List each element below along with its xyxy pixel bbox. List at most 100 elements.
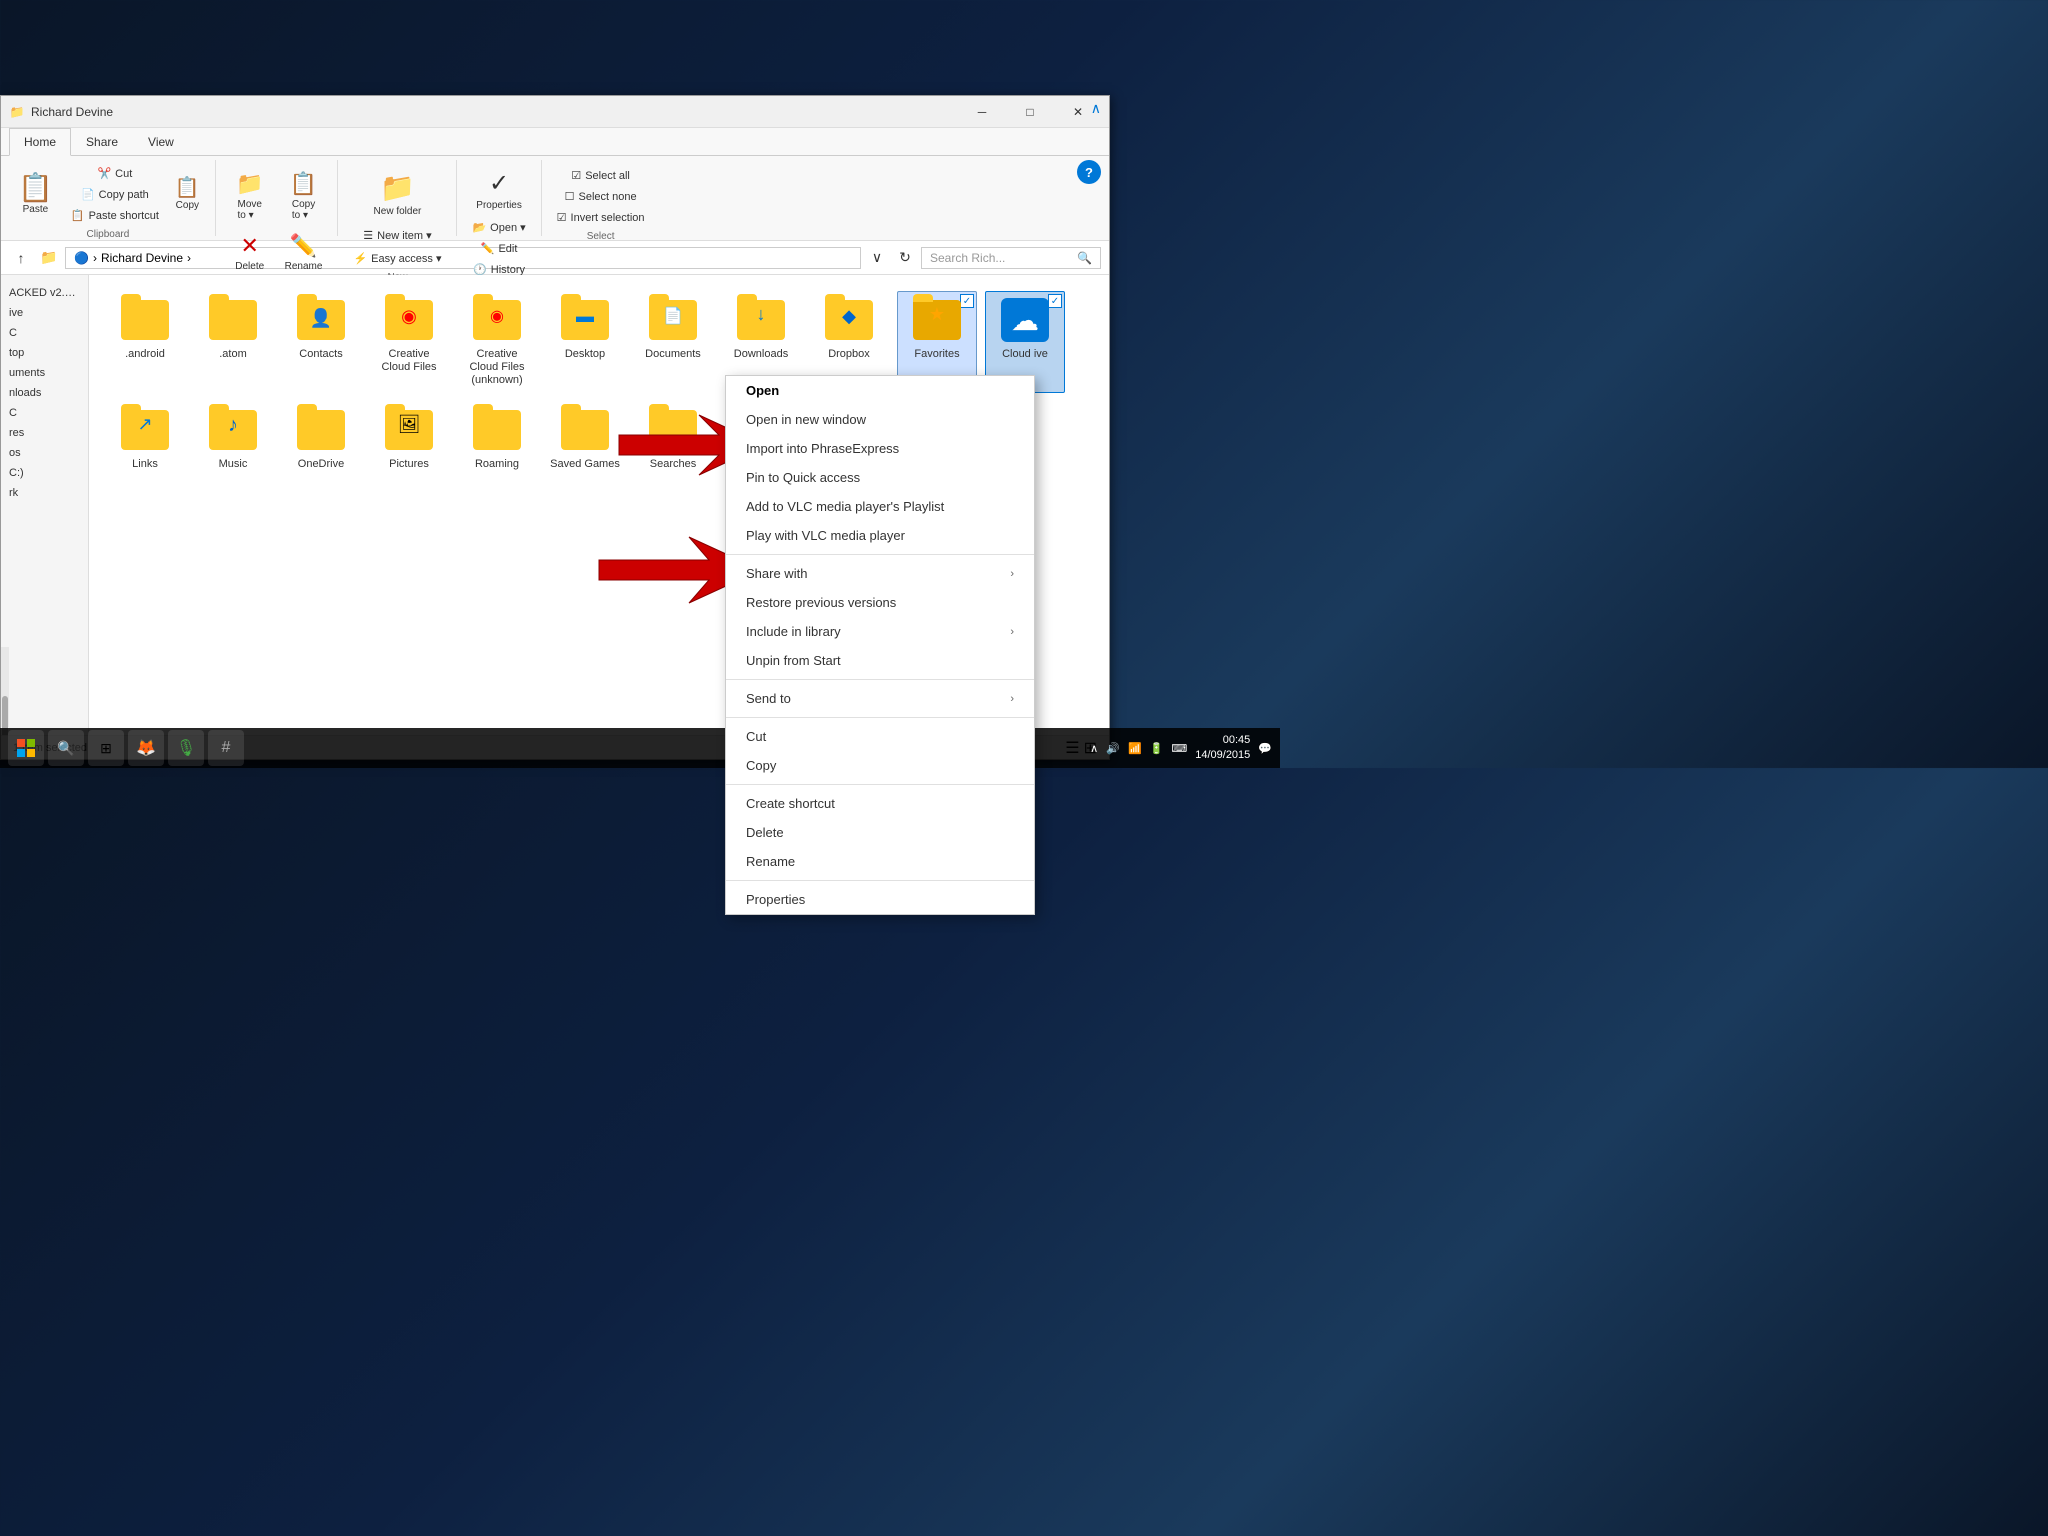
sidebar-item-nloads[interactable]: nloads — [1, 383, 88, 403]
help-button[interactable]: ? — [1077, 160, 1101, 184]
new-folder-button[interactable]: 📁 New folder — [367, 166, 429, 222]
rename-button[interactable]: ✏️ Rename — [278, 228, 330, 277]
nav-forward-button[interactable]: 📁 — [37, 246, 61, 270]
file-item-roaming[interactable]: Roaming — [457, 401, 537, 476]
file-item-documents[interactable]: 📄 Documents — [633, 291, 713, 393]
paste-label: Paste — [23, 204, 49, 215]
invert-label: Invert selection — [571, 212, 645, 224]
copy-button[interactable]: 📋 Copy — [168, 173, 207, 216]
paste-shortcut-button[interactable]: 📋 Paste shortcut — [64, 206, 166, 225]
hashtag-button[interactable]: # — [208, 730, 244, 766]
context-menu-delete[interactable]: Delete — [726, 818, 1034, 847]
context-menu-import-phraseexpress[interactable]: Import into PhraseExpress — [726, 434, 1034, 463]
file-item-onedrive[interactable]: OneDrive — [281, 401, 361, 476]
start-button[interactable] — [8, 730, 44, 766]
new-item-button[interactable]: ☰ New item ▾ — [356, 226, 438, 245]
file-item-pictures[interactable]: 🖼 Pictures — [369, 401, 449, 476]
context-menu-sep-5 — [726, 880, 1034, 881]
search-taskbar-button[interactable]: 🔍 — [48, 730, 84, 766]
sidebar-item-c[interactable]: C — [1, 323, 88, 343]
properties-button[interactable]: ✓ Properties — [469, 164, 529, 216]
select-all-label: Select all — [585, 170, 630, 182]
speaker-icon[interactable]: 🔊 — [1106, 742, 1120, 755]
date-display: 14/09/2015 — [1195, 748, 1250, 763]
context-menu-open-new-window[interactable]: Open in new window — [726, 405, 1034, 434]
cloud-folder: ☁ — [1001, 298, 1049, 342]
sidebar-item-cdrive[interactable]: C:) — [1, 463, 88, 483]
context-menu-send-to[interactable]: Send to › — [726, 684, 1034, 713]
network-icon[interactable]: 📶 — [1128, 742, 1142, 755]
firefox-button[interactable]: 🦊 — [128, 730, 164, 766]
file-item-creative-cloud-2[interactable]: ◉ Creative Cloud Files (unknown) — [457, 291, 537, 393]
address-bar: ↑ 📁 🔵 › Richard Devine › ∨ ↻ Search Rich… — [1, 241, 1109, 275]
sidebar-item-rk[interactable]: rk — [1, 483, 88, 503]
documents-icon: 📄 — [649, 296, 697, 344]
battery-icon[interactable]: 🔋 — [1150, 742, 1164, 755]
select-all-button[interactable]: ☑ Select all — [564, 166, 637, 185]
context-menu-unpin-start[interactable]: Unpin from Start — [726, 646, 1034, 675]
notification-icon[interactable]: 💬 — [1258, 742, 1272, 755]
tab-share[interactable]: Share — [71, 128, 133, 155]
tray-up-icon[interactable]: ∧ — [1090, 742, 1098, 755]
select-label: Select — [587, 231, 615, 246]
move-to-button[interactable]: 📁 Moveto ▾ — [224, 166, 276, 226]
task-view-button[interactable]: ⊞ — [88, 730, 124, 766]
nav-up-button[interactable]: ↑ — [9, 246, 33, 270]
open-button[interactable]: 📂 Open ▾ — [465, 218, 532, 237]
file-item-atom[interactable]: .atom — [193, 291, 273, 393]
context-menu-add-vlc-playlist[interactable]: Add to VLC media player's Playlist — [726, 492, 1034, 521]
delete-button[interactable]: ✕ Delete — [224, 228, 276, 277]
context-menu-copy[interactable]: Copy — [726, 751, 1034, 780]
sidebar-item-top[interactable]: top — [1, 343, 88, 363]
search-box[interactable]: Search Rich... 🔍 — [921, 247, 1101, 269]
context-menu-share-with[interactable]: Share with › — [726, 559, 1034, 588]
edit-button[interactable]: ✏️ Edit — [474, 239, 525, 258]
taskbar-clock[interactable]: 00:45 14/09/2015 — [1195, 733, 1250, 764]
context-menu-play-vlc[interactable]: Play with VLC media player — [726, 521, 1034, 550]
nav-refresh-button[interactable]: ↻ — [893, 246, 917, 270]
nav-down-button[interactable]: ∨ — [865, 246, 889, 270]
file-item-music[interactable]: ♪ Music — [193, 401, 273, 476]
context-menu-cut[interactable]: Cut — [726, 722, 1034, 751]
star-icon: ★ — [929, 304, 945, 325]
ribbon-collapse-btn[interactable]: ∧ — [1091, 100, 1101, 117]
move-to-label: Moveto ▾ — [237, 199, 261, 221]
context-menu-pin-quick-access[interactable]: Pin to Quick access — [726, 463, 1034, 492]
context-menu-properties[interactable]: Properties — [726, 885, 1034, 914]
sidebar-item-res[interactable]: res — [1, 423, 88, 443]
context-cut-label: Cut — [746, 729, 766, 744]
copy-path-button[interactable]: 📄 Copy path — [64, 185, 166, 204]
tab-home[interactable]: Home — [9, 128, 71, 156]
file-item-creative-cloud-1[interactable]: ◉ Creative Cloud Files — [369, 291, 449, 393]
sidebar-item-ive[interactable]: ive — [1, 303, 88, 323]
keyboard-icon[interactable]: ⌨ — [1171, 742, 1187, 755]
sidebar-item-acked[interactable]: ACKED v2.0. ↑ — [1, 283, 88, 303]
context-menu-restore-versions[interactable]: Restore previous versions — [726, 588, 1034, 617]
maximize-button[interactable]: □ — [1007, 96, 1053, 128]
sidebar-item-os[interactable]: os — [1, 443, 88, 463]
file-item-desktop[interactable]: ▬ Desktop — [545, 291, 625, 393]
copy-to-button[interactable]: 📋 Copyto ▾ — [278, 166, 330, 226]
context-menu-open[interactable]: Open — [726, 376, 1034, 405]
sidebar-item-c2[interactable]: C — [1, 403, 88, 423]
select-none-button[interactable]: ☐ Select none — [558, 187, 644, 206]
file-item-links[interactable]: ↗ Links — [105, 401, 185, 476]
paste-button[interactable]: 📋 Paste — [9, 169, 62, 220]
easy-access-button[interactable]: ⚡ Easy access ▾ — [346, 249, 448, 268]
cut-button[interactable]: ✂️ Cut — [64, 164, 166, 183]
dropbox-folder: ◆ — [825, 300, 873, 340]
sidebar-scrollbar[interactable] — [1, 647, 9, 727]
music-note-icon: ♪ — [228, 414, 238, 437]
address-path[interactable]: 🔵 › Richard Devine › — [65, 247, 861, 269]
context-menu-rename[interactable]: Rename — [726, 847, 1034, 876]
tab-view[interactable]: View — [133, 128, 189, 155]
music-label: Music — [219, 458, 248, 471]
file-item-android[interactable]: .android — [105, 291, 185, 393]
file-item-contacts[interactable]: 👤 Contacts — [281, 291, 361, 393]
context-menu-include-library[interactable]: Include in library › — [726, 617, 1034, 646]
sidebar-item-uments[interactable]: uments — [1, 363, 88, 383]
context-menu-create-shortcut[interactable]: Create shortcut — [726, 789, 1034, 818]
minimize-button[interactable]: ─ — [959, 96, 1005, 128]
invert-selection-button[interactable]: ☑ Invert selection — [550, 208, 652, 227]
mumble-button[interactable]: 🎙 — [168, 730, 204, 766]
